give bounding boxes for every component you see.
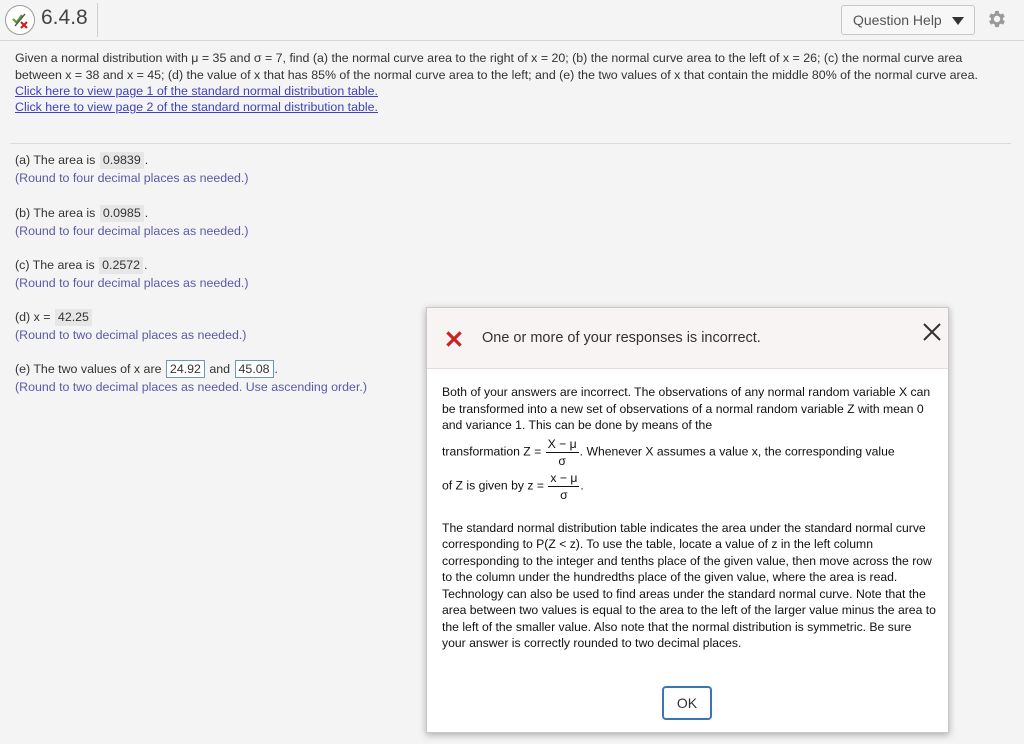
feedback-dialog: One or more of your responses is incorre…: [426, 307, 949, 733]
transformation-line: transformation Z = X − μ σ . Whenever X …: [442, 437, 938, 468]
part-e-answer-1[interactable]: 24.92: [165, 360, 205, 378]
ok-button[interactable]: OK: [662, 686, 712, 720]
feedback-dialog-title: One or more of your responses is incorre…: [482, 330, 761, 346]
part-b-suffix: .: [144, 206, 149, 220]
gear-icon[interactable]: [986, 8, 1008, 30]
z-formula-denominator: σ: [558, 453, 566, 468]
part-b: (b) The area is 0.0985. (Round to four d…: [15, 204, 249, 240]
question-divider: [10, 143, 1011, 144]
feedback-paragraph-1: Both of your answers are incorrect. The …: [442, 384, 938, 502]
partially-correct-icon: [5, 5, 35, 35]
table-page2-link[interactable]: Click here to view page 2 of the standar…: [15, 99, 1005, 115]
part-c-answer[interactable]: 0.2572: [99, 257, 144, 274]
question-help-label: Question Help: [853, 12, 942, 28]
part-a-hint: (Round to four decimal places as needed.…: [15, 171, 249, 185]
part-d-prefix: (d) x =: [15, 310, 51, 324]
z-value-line: of Z is given by z = x − μ σ .: [442, 471, 938, 502]
z-value-numerator: x − μ: [548, 470, 580, 487]
z-value-denominator: σ: [560, 487, 568, 502]
feedback-paragraph-2: The standard normal distribution table i…: [442, 520, 936, 651]
part-d-hint: (Round to two decimal places as needed.): [15, 328, 247, 342]
feedback-dialog-header: One or more of your responses is incorre…: [427, 308, 948, 369]
part-a-prefix: (a) The area is: [15, 153, 96, 167]
part-c: (c) The area is 0.2572. (Round to four d…: [15, 256, 249, 292]
part-e-hint: (Round to two decimal places as needed. …: [15, 380, 367, 394]
question-help-button[interactable]: Question Help: [841, 5, 975, 35]
close-icon[interactable]: [920, 320, 944, 344]
part-b-prefix: (b) The area is: [15, 206, 96, 220]
part-c-suffix: .: [144, 258, 148, 272]
part-d: (d) x = 42.25 (Round to two decimal plac…: [15, 308, 246, 344]
question-text-block: Given a normal distribution with μ = 35 …: [15, 50, 1005, 115]
part-c-prefix: (c) The area is: [15, 258, 95, 272]
part-a-suffix: .: [144, 153, 149, 167]
part-e-and: and: [209, 362, 231, 376]
feedback-p1-after: . Whenever X assumes a value x, the corr…: [579, 444, 895, 459]
question-header: 6.4.8 Question Help: [0, 0, 1024, 41]
part-a-answer[interactable]: 0.9839: [99, 152, 144, 169]
transformation-label: transformation Z =: [442, 444, 542, 459]
feedback-p1-end: .: [580, 478, 584, 493]
feedback-dialog-body: Both of your answers are incorrect. The …: [442, 384, 938, 652]
part-c-hint: (Round to four decimal places as needed.…: [15, 276, 249, 290]
part-e-suffix: .: [274, 362, 278, 376]
z-formula-numerator: X − μ: [545, 436, 579, 453]
part-b-hint: (Round to four decimal places as needed.…: [15, 224, 249, 238]
part-a: (a) The area is 0.9839. (Round to four d…: [15, 151, 249, 187]
part-e-answer-2[interactable]: 45.08: [234, 360, 274, 378]
z-value-label: of Z is given by z =: [442, 478, 544, 493]
caret-down-icon: [952, 17, 964, 25]
z-value-fraction: x − μ σ: [548, 470, 580, 502]
part-d-answer[interactable]: 42.25: [54, 309, 92, 326]
question-text: Given a normal distribution with μ = 35 …: [15, 51, 978, 82]
header-divider: [97, 3, 98, 37]
table-page1-link[interactable]: Click here to view page 1 of the standar…: [15, 83, 1005, 99]
feedback-p1-start: Both of your answers are incorrect. The …: [442, 385, 931, 432]
red-x-icon: [446, 331, 462, 347]
part-e: (e) The two values of x are 24.92 and 45…: [15, 360, 367, 396]
question-number: 6.4.8: [41, 6, 88, 29]
z-formula-fraction: X − μ σ: [545, 436, 579, 468]
part-b-answer[interactable]: 0.0985: [99, 205, 144, 222]
part-e-prefix: (e) The two values of x are: [15, 362, 162, 376]
